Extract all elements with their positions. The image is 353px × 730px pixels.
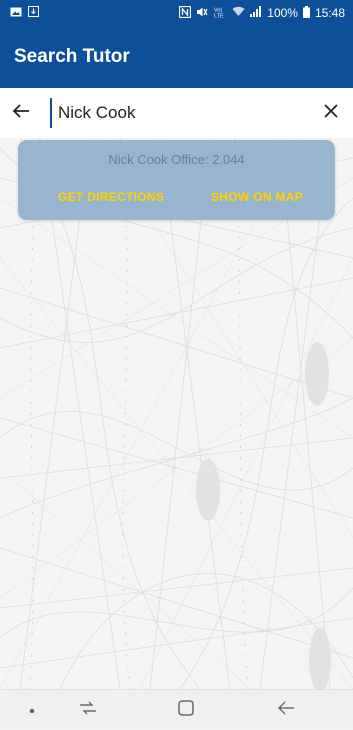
clear-button[interactable] (309, 88, 353, 138)
close-icon (324, 103, 338, 123)
volte-icon: Vo) LTE (213, 6, 227, 21)
nav-back-button[interactable] (266, 690, 306, 730)
clock: 15:48 (314, 6, 345, 20)
status-right: Vo) LTE 100% 15:48 (179, 5, 345, 21)
back-icon (277, 701, 295, 720)
search-bar (0, 88, 353, 138)
status-left (10, 6, 39, 20)
page-title: Search Tutor (14, 46, 130, 67)
mute-icon (196, 6, 208, 21)
recent-apps-button[interactable] (68, 690, 108, 730)
map-area[interactable] (0, 138, 353, 689)
gallery-icon (10, 6, 22, 20)
office-info-text: Nick Cook Office: 2.044 (108, 152, 245, 167)
recent-apps-icon (78, 700, 98, 721)
search-input[interactable] (50, 98, 309, 128)
svg-text:LTE: LTE (214, 13, 224, 18)
nav-dot-button[interactable] (14, 690, 50, 730)
navigation-bar (0, 689, 353, 729)
battery-icon (302, 5, 310, 21)
battery-percent: 100% (267, 6, 298, 20)
get-directions-button[interactable]: GET DIRECTIONS (58, 190, 164, 204)
show-on-map-button[interactable]: SHOW ON MAP (211, 190, 303, 204)
arrow-left-icon (12, 103, 30, 124)
app-bar: Search Tutor (0, 26, 353, 88)
status-bar: Vo) LTE 100% 15:48 (0, 0, 353, 26)
info-card: Nick Cook Office: 2.044 GET DIRECTIONS S… (18, 140, 335, 220)
back-button[interactable] (0, 88, 42, 138)
map-texture (0, 138, 353, 689)
wifi-icon (232, 6, 245, 20)
home-icon (177, 699, 195, 722)
home-button[interactable] (166, 690, 206, 730)
download-icon (28, 6, 39, 20)
signal-icon (250, 6, 262, 20)
dot-icon (29, 701, 35, 719)
nfc-icon (179, 5, 192, 21)
